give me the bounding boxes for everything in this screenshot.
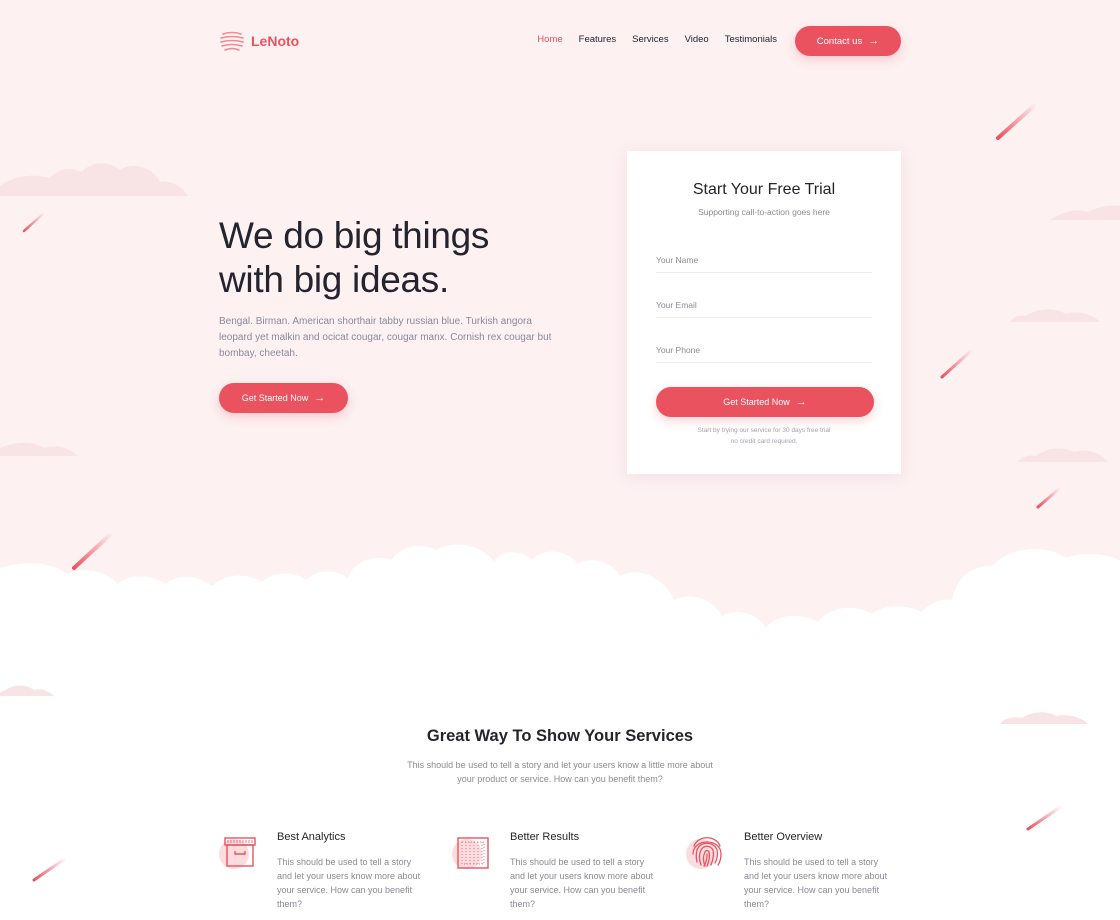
- hero-get-started-label: Get Started Now: [241, 393, 309, 403]
- trial-note-line-2: no credit card required.: [730, 438, 798, 445]
- service-description: This should be used to tell a story and …: [744, 857, 888, 909]
- arrow-right-icon: →: [868, 34, 880, 47]
- hero-get-started-button[interactable]: Get Started Now →: [219, 383, 348, 413]
- logo[interactable]: LeNoto: [219, 30, 299, 52]
- grid-square-icon: [452, 837, 489, 869]
- service-description: This should be used to tell a story and …: [277, 857, 421, 909]
- service-title: Best Analytics: [277, 831, 346, 843]
- free-trial-card: Start Your Free Trial Supporting call-to…: [627, 151, 901, 474]
- service-title: Better Overview: [744, 831, 823, 843]
- nav-item-home[interactable]: Home: [537, 34, 562, 45]
- contact-button-label: Contact us: [816, 35, 863, 47]
- logo-icon: [220, 31, 244, 51]
- site-header: LeNoto Home Features Services Video Test…: [219, 26, 901, 56]
- service-title: Better Results: [510, 831, 580, 843]
- trial-note: Start by trying our service for 30 days …: [627, 425, 901, 447]
- nav-item-features[interactable]: Features: [579, 34, 617, 45]
- hero-title-line-2: with big ideas.: [219, 259, 449, 300]
- archive-box-icon: [219, 837, 256, 869]
- nav-item-video[interactable]: Video: [685, 34, 709, 45]
- hero-background: [0, 0, 1120, 700]
- contact-button[interactable]: Contact us →: [795, 26, 901, 56]
- nav-item-testimonials[interactable]: Testimonials: [725, 34, 777, 45]
- arrow-right-icon: →: [314, 391, 326, 404]
- trial-submit-label: Get Started Now: [723, 397, 790, 407]
- nav-item-services[interactable]: Services: [632, 34, 668, 45]
- hero-title-line-1: We do big things: [219, 215, 490, 256]
- service-item-results: Better Results This should be used to te…: [452, 830, 653, 920]
- service-item-analytics: Best Analytics This should be used to te…: [219, 830, 420, 920]
- service-description: This should be used to tell a story and …: [510, 857, 654, 909]
- trial-note-line-1: Start by trying our service for 30 days …: [697, 427, 831, 434]
- arrow-right-icon: →: [795, 395, 807, 408]
- fingerprint-icon: [686, 837, 722, 869]
- card-subtitle: Supporting call-to-action goes here: [698, 207, 830, 217]
- main-nav: Home Features Services Video Testimonial…: [537, 34, 777, 45]
- services-subtitle: This should be used to tell a story and …: [407, 760, 713, 784]
- card-title: Start Your Free Trial: [692, 181, 836, 198]
- services-title: Great Way To Show Your Services: [426, 727, 694, 745]
- service-item-overview: Better Overview This should be used to t…: [686, 830, 887, 920]
- brand-name: LeNoto: [251, 33, 300, 49]
- email-field[interactable]: [656, 292, 872, 318]
- name-field[interactable]: [656, 247, 872, 273]
- trial-submit-button[interactable]: Get Started Now →: [656, 387, 874, 417]
- hero-title: We do big things with big ideas.: [219, 214, 579, 302]
- hero-description: Bengal. Birman. American shorthair tabby…: [219, 316, 552, 359]
- phone-field[interactable]: [656, 337, 872, 363]
